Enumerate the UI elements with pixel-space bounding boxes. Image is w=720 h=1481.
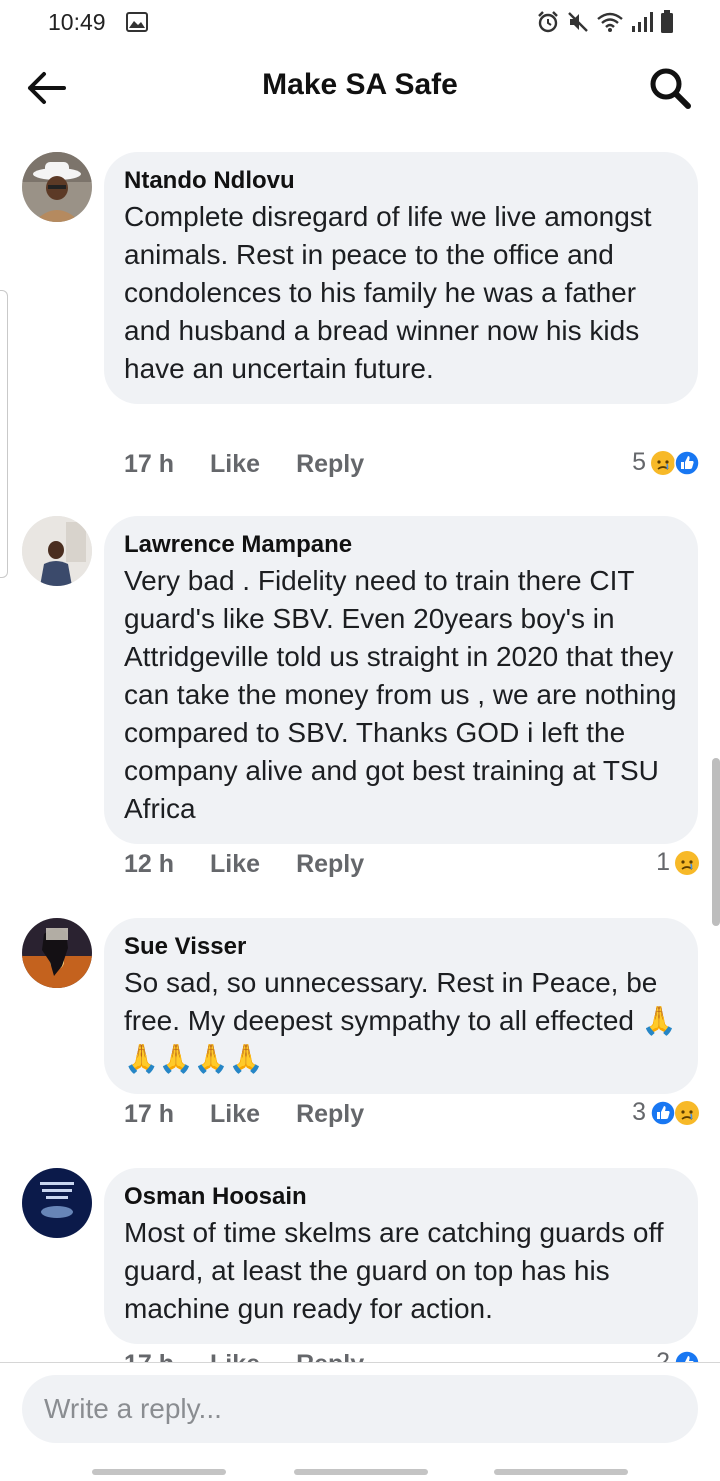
sad-reaction-icon (651, 450, 675, 475)
system-nav-bar (0, 1443, 720, 1481)
like-reaction-icon (650, 1099, 676, 1126)
comment-author[interactable]: Sue Visser (124, 932, 678, 962)
status-bar: 10:49 (0, 0, 720, 46)
reaction-count: 2 (656, 1348, 670, 1362)
nav-recents-button[interactable] (92, 1469, 226, 1475)
comment-text: Complete disregard of life we live among… (124, 201, 652, 384)
comment-bubble[interactable]: Sue Visser So sad, so unnecessary. Rest … (104, 918, 698, 1094)
comment-bubble[interactable]: Ntando Ndlovu Complete disregard of life… (104, 152, 698, 404)
comment-author[interactable]: Ntando Ndlovu (124, 166, 678, 196)
app-header: Make SA Safe (0, 46, 720, 130)
reaction-count: 3 (632, 1098, 646, 1126)
comment-actions: 17 h Like Reply (124, 1350, 364, 1362)
status-icons (536, 10, 674, 39)
reply-button[interactable]: Reply (296, 1100, 364, 1129)
comment-bubble[interactable]: Lawrence Mampane Very bad . Fidelity nee… (104, 516, 698, 844)
sad-reaction-icon (675, 850, 699, 875)
like-button[interactable]: Like (210, 1100, 260, 1129)
search-icon (650, 68, 691, 109)
comment-time[interactable]: 17 h (124, 450, 174, 479)
battery-icon (660, 10, 674, 39)
reaction-count: 1 (656, 848, 670, 876)
comment-author[interactable]: Osman Hoosain (124, 1182, 678, 1212)
comment-text: Most of time skelms are catching guards … (124, 1217, 664, 1324)
reply-input[interactable] (22, 1375, 698, 1443)
alarm-icon (536, 10, 560, 39)
reaction-summary[interactable]: 1 (656, 848, 700, 877)
comment-text-body: So sad, so unnecessary. Rest in Peace, b… (124, 967, 658, 1036)
like-reaction-icon (674, 449, 700, 476)
nav-home-button[interactable] (294, 1469, 428, 1475)
search-button[interactable] (648, 66, 694, 112)
comment-thread[interactable]: Ntando Ndlovu Complete disregard of life… (0, 130, 720, 1362)
comment-actions: 17 h Like Reply (124, 450, 364, 479)
wifi-icon (596, 10, 624, 39)
avatar[interactable] (22, 1168, 92, 1238)
page-title: Make SA Safe (262, 68, 458, 101)
mute-icon (566, 10, 590, 39)
comment-bubble[interactable]: Osman Hoosain Most of time skelms are ca… (104, 1168, 698, 1344)
signal-icon (630, 10, 654, 39)
reply-button[interactable]: Reply (296, 450, 364, 479)
reply-button[interactable]: Reply (296, 850, 364, 879)
avatar[interactable] (22, 918, 92, 988)
comment-time[interactable]: 12 h (124, 850, 174, 879)
comment-actions: 12 h Like Reply (124, 850, 364, 879)
reaction-count: 5 (632, 448, 646, 476)
gallery-notification-icon (126, 12, 148, 37)
avatar[interactable] (22, 152, 92, 222)
comment-time[interactable]: 17 h (124, 1100, 174, 1129)
sad-reaction-icon (675, 1100, 699, 1125)
comment-text: Very bad . Fidelity need to train there … (124, 565, 677, 824)
like-reaction-icon (674, 1349, 700, 1362)
like-button[interactable]: Like (210, 850, 260, 879)
like-button[interactable]: Like (210, 1350, 260, 1362)
comment-time[interactable]: 17 h (124, 1350, 174, 1362)
status-time: 10:49 (48, 9, 106, 35)
reply-button[interactable]: Reply (296, 1350, 364, 1362)
like-button[interactable]: Like (210, 450, 260, 479)
comment-actions: 17 h Like Reply (124, 1100, 364, 1129)
nav-back-button[interactable] (494, 1469, 628, 1475)
reaction-summary[interactable]: 2 (656, 1348, 700, 1362)
reply-composer (0, 1362, 720, 1481)
comment-author[interactable]: Lawrence Mampane (124, 530, 678, 560)
comment-text: So sad, so unnecessary. Rest in Peace, b… (124, 964, 678, 1078)
reaction-summary[interactable]: 5 (632, 448, 700, 477)
scrollbar-thumb[interactable] (712, 758, 720, 926)
side-panel-edge (0, 290, 8, 578)
avatar[interactable] (22, 516, 92, 586)
reaction-summary[interactable]: 3 (632, 1098, 700, 1127)
